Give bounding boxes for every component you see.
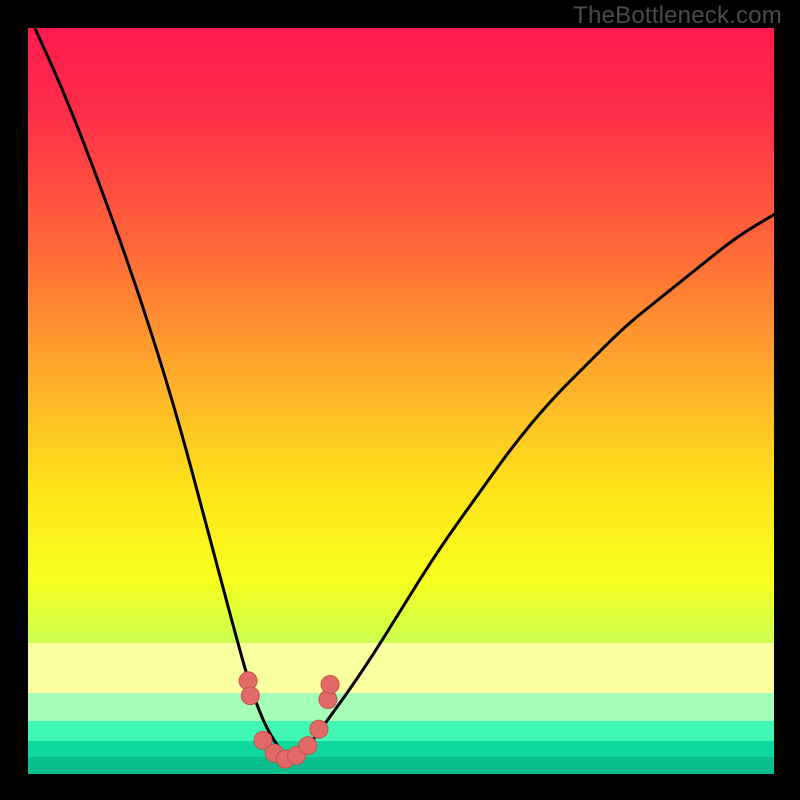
band-yellow xyxy=(28,643,774,693)
chart-frame: TheBottleneck.com xyxy=(0,0,800,800)
watermark-text: TheBottleneck.com xyxy=(573,2,782,30)
fit-marker xyxy=(299,737,317,755)
band-green2 xyxy=(28,721,774,741)
fit-marker xyxy=(310,720,328,738)
band-green3 xyxy=(28,741,774,757)
lower-bands xyxy=(28,643,774,774)
fit-marker xyxy=(241,687,259,705)
band-green1 xyxy=(28,693,774,721)
band-green4 xyxy=(28,757,774,774)
plot-area xyxy=(28,28,774,774)
chart-svg xyxy=(28,28,774,774)
fit-marker xyxy=(321,676,339,694)
